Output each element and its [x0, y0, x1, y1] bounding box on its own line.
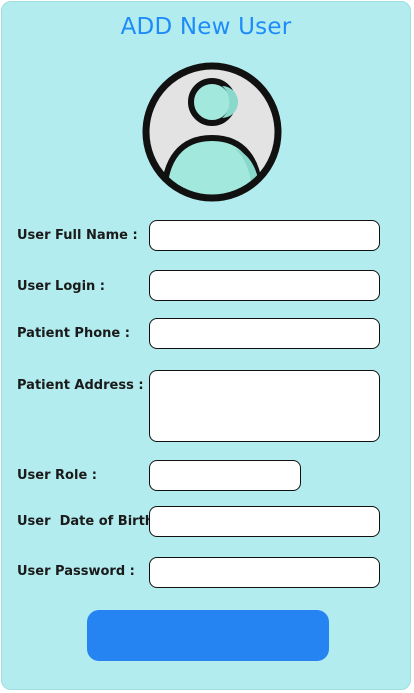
phone-input[interactable]	[149, 318, 380, 349]
role-input[interactable]	[149, 460, 301, 491]
label-full-name: User Full Name :	[17, 228, 138, 243]
full-name-input[interactable]	[149, 220, 380, 251]
label-role: User Role :	[17, 468, 97, 483]
label-phone: Patient Phone :	[17, 326, 130, 341]
page-title: ADD New User	[120, 14, 292, 40]
label-address: Patient Address :	[17, 378, 144, 393]
submit-button[interactable]	[87, 610, 329, 661]
label-date-of-birth: User Date of Birth :	[17, 514, 164, 529]
label-password: User Password :	[17, 564, 135, 579]
add-user-card: ADD New User User Full Name : User Login…	[1, 1, 411, 690]
login-input[interactable]	[149, 270, 380, 301]
password-input[interactable]	[149, 557, 380, 588]
address-textarea[interactable]	[149, 370, 380, 442]
user-avatar-icon	[142, 62, 282, 202]
label-login: User Login :	[17, 279, 106, 294]
date-of-birth-input[interactable]	[149, 506, 380, 537]
